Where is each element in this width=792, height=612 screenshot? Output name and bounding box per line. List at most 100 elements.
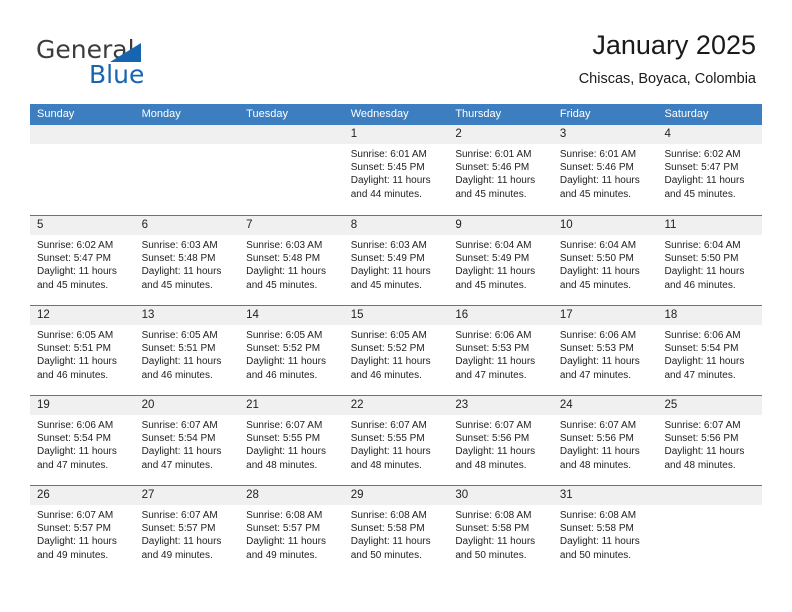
day-cell[interactable]: 31 Sunrise: 6:08 AM Sunset: 5:58 PM Dayl… [552, 486, 658, 575]
weekday-header-sunday: Sunday [37, 108, 75, 120]
day-cell[interactable]: 12 Sunrise: 6:05 AM Sunset: 5:51 PM Dayl… [30, 306, 135, 395]
day-cell[interactable]: 16 Sunrise: 6:06 AM Sunset: 5:53 PM Dayl… [448, 306, 553, 395]
daylight-text-line2: and 47 minutes. [37, 459, 109, 471]
sunrise-text: Sunrise: 6:02 AM [37, 240, 114, 251]
weekday-header-tuesday: Tuesday [246, 108, 288, 120]
daylight-text-line2: and 50 minutes. [559, 549, 632, 561]
sunrise-text: Sunrise: 6:06 AM [455, 330, 532, 341]
day-cell[interactable]: 2 Sunrise: 6:01 AM Sunset: 5:46 PM Dayli… [448, 125, 553, 215]
day-number-band: 12 [30, 306, 135, 325]
day-detail: Sunrise: 6:07 AM Sunset: 5:56 PM Dayligh… [657, 415, 762, 472]
sunset-text: Sunset: 5:51 PM [141, 343, 216, 355]
sunrise-text: Sunrise: 6:05 AM [246, 330, 323, 341]
day-number: 29 [350, 489, 364, 501]
day-cell[interactable]: 17 Sunrise: 6:06 AM Sunset: 5:53 PM Dayl… [552, 306, 658, 395]
day-detail: Sunrise: 6:05 AM Sunset: 5:51 PM Dayligh… [135, 325, 240, 382]
daylight-text-line2: and 48 minutes. [455, 459, 527, 471]
brand-logo-blue-text: Blue [89, 60, 145, 89]
day-cell[interactable]: 18 Sunrise: 6:06 AM Sunset: 5:54 PM Dayl… [657, 306, 763, 395]
sunrise-text: Sunrise: 6:07 AM [664, 420, 741, 431]
daylight-text-line1: Daylight: 11 hours [559, 356, 640, 368]
day-number: 15 [350, 309, 364, 321]
day-number-band: 17 [552, 306, 658, 325]
day-detail: Sunrise: 6:07 AM Sunset: 5:56 PM Dayligh… [448, 415, 553, 472]
day-cell[interactable]: 26 Sunrise: 6:07 AM Sunset: 5:57 PM Dayl… [30, 486, 135, 575]
day-cell[interactable]: 6 Sunrise: 6:03 AM Sunset: 5:48 PM Dayli… [134, 216, 240, 305]
day-number-band: 26 [30, 486, 135, 505]
day-cell[interactable]: 21 Sunrise: 6:07 AM Sunset: 5:55 PM Dayl… [239, 396, 344, 485]
day-cell[interactable]: 13 Sunrise: 6:05 AM Sunset: 5:51 PM Dayl… [134, 306, 240, 395]
day-detail: Sunrise: 6:07 AM Sunset: 5:55 PM Dayligh… [344, 415, 449, 472]
day-number-band: 7 [239, 216, 344, 235]
day-number: 11 [664, 219, 677, 231]
weekday-header-wednesday: Wednesday [350, 108, 409, 120]
page-subtitle: Chiscas, Boyaca, Colombia [578, 71, 756, 87]
sunset-text: Sunset: 5:58 PM [455, 523, 530, 535]
day-cell[interactable]: 22 Sunrise: 6:07 AM Sunset: 5:55 PM Dayl… [343, 396, 449, 485]
day-cell[interactable]: 8 Sunrise: 6:03 AM Sunset: 5:49 PM Dayli… [343, 216, 449, 305]
sunset-text: Sunset: 5:54 PM [141, 433, 216, 445]
day-cell[interactable]: 19 Sunrise: 6:06 AM Sunset: 5:54 PM Dayl… [30, 396, 135, 485]
day-number: 5 [37, 219, 44, 231]
sunrise-text: Sunrise: 6:05 AM [37, 330, 114, 341]
daylight-text-line2: and 48 minutes. [559, 459, 632, 471]
page-title: January 2025 [592, 30, 756, 60]
daylight-text-line2: and 47 minutes. [141, 459, 213, 471]
daylight-text-line2: and 45 minutes. [664, 188, 736, 200]
daylight-text-line1: Daylight: 11 hours [141, 266, 222, 278]
sunrise-text: Sunrise: 6:03 AM [141, 240, 218, 251]
sunset-text: Sunset: 5:58 PM [559, 523, 634, 535]
day-cell[interactable]: 7 Sunrise: 6:03 AM Sunset: 5:48 PM Dayli… [239, 216, 344, 305]
weekday-header-row: Sunday Monday Tuesday Wednesday Thursday… [30, 104, 762, 125]
day-cell[interactable]: 5 Sunrise: 6:02 AM Sunset: 5:47 PM Dayli… [30, 216, 135, 305]
day-cell[interactable]: 9 Sunrise: 6:04 AM Sunset: 5:49 PM Dayli… [448, 216, 553, 305]
daylight-text-line1: Daylight: 11 hours [455, 446, 536, 458]
day-number: 1 [350, 128, 358, 140]
day-cell[interactable]: 14 Sunrise: 6:05 AM Sunset: 5:52 PM Dayl… [239, 306, 344, 395]
day-cell[interactable] [657, 486, 763, 575]
day-cell[interactable]: 24 Sunrise: 6:07 AM Sunset: 5:56 PM Dayl… [552, 396, 658, 485]
day-number: 23 [455, 399, 469, 411]
week-row: 26 Sunrise: 6:07 AM Sunset: 5:57 PM Dayl… [30, 485, 763, 575]
day-number: 3 [559, 128, 567, 140]
day-number-band: 20 [134, 396, 240, 415]
day-cell[interactable]: 10 Sunrise: 6:04 AM Sunset: 5:50 PM Dayl… [552, 216, 658, 305]
sunset-text: Sunset: 5:48 PM [141, 253, 216, 265]
day-cell[interactable] [30, 125, 135, 215]
day-cell[interactable] [239, 125, 344, 215]
sunrise-text: Sunrise: 6:07 AM [141, 510, 218, 521]
day-cell[interactable]: 15 Sunrise: 6:05 AM Sunset: 5:52 PM Dayl… [343, 306, 449, 395]
day-detail: Sunrise: 6:02 AM Sunset: 5:47 PM Dayligh… [657, 144, 762, 201]
daylight-text-line2: and 48 minutes. [664, 459, 736, 471]
sunset-text: Sunset: 5:57 PM [246, 523, 321, 535]
day-number-band: 5 [30, 216, 135, 235]
day-cell[interactable]: 3 Sunrise: 6:01 AM Sunset: 5:46 PM Dayli… [552, 125, 658, 215]
calendar-grid: Sunday Monday Tuesday Wednesday Thursday… [30, 104, 763, 575]
sunset-text: Sunset: 5:54 PM [664, 343, 739, 355]
day-cell[interactable]: 20 Sunrise: 6:07 AM Sunset: 5:54 PM Dayl… [134, 396, 240, 485]
sunrise-text: Sunrise: 6:07 AM [141, 420, 218, 431]
day-cell[interactable]: 28 Sunrise: 6:08 AM Sunset: 5:57 PM Dayl… [239, 486, 344, 575]
daylight-text-line2: and 50 minutes. [455, 549, 527, 561]
sunset-text: Sunset: 5:57 PM [141, 523, 216, 535]
day-cell[interactable]: 25 Sunrise: 6:07 AM Sunset: 5:56 PM Dayl… [657, 396, 763, 485]
sunrise-text: Sunrise: 6:01 AM [455, 149, 532, 160]
daylight-text-line1: Daylight: 11 hours [455, 175, 536, 187]
daylight-text-line2: and 48 minutes. [350, 459, 422, 471]
day-number-band: 25 [657, 396, 763, 415]
brand-logo[interactable]: General Blue [36, 36, 266, 92]
day-number-band: 29 [343, 486, 449, 505]
sunset-text: Sunset: 5:49 PM [455, 253, 530, 265]
day-cell[interactable]: 11 Sunrise: 6:04 AM Sunset: 5:50 PM Dayl… [657, 216, 763, 305]
day-cell[interactable] [134, 125, 240, 215]
daylight-text-line2: and 49 minutes. [246, 549, 318, 561]
daylight-text-line2: and 49 minutes. [37, 549, 109, 561]
day-cell[interactable]: 23 Sunrise: 6:07 AM Sunset: 5:56 PM Dayl… [448, 396, 553, 485]
day-cell[interactable]: 4 Sunrise: 6:02 AM Sunset: 5:47 PM Dayli… [657, 125, 763, 215]
day-cell[interactable]: 27 Sunrise: 6:07 AM Sunset: 5:57 PM Dayl… [134, 486, 240, 575]
day-cell[interactable]: 1 Sunrise: 6:01 AM Sunset: 5:45 PM Dayli… [343, 125, 449, 215]
day-cell[interactable]: 29 Sunrise: 6:08 AM Sunset: 5:58 PM Dayl… [343, 486, 449, 575]
daylight-text-line2: and 47 minutes. [455, 369, 527, 381]
day-cell[interactable]: 30 Sunrise: 6:08 AM Sunset: 5:58 PM Dayl… [448, 486, 553, 575]
daylight-text-line2: and 44 minutes. [350, 188, 422, 200]
